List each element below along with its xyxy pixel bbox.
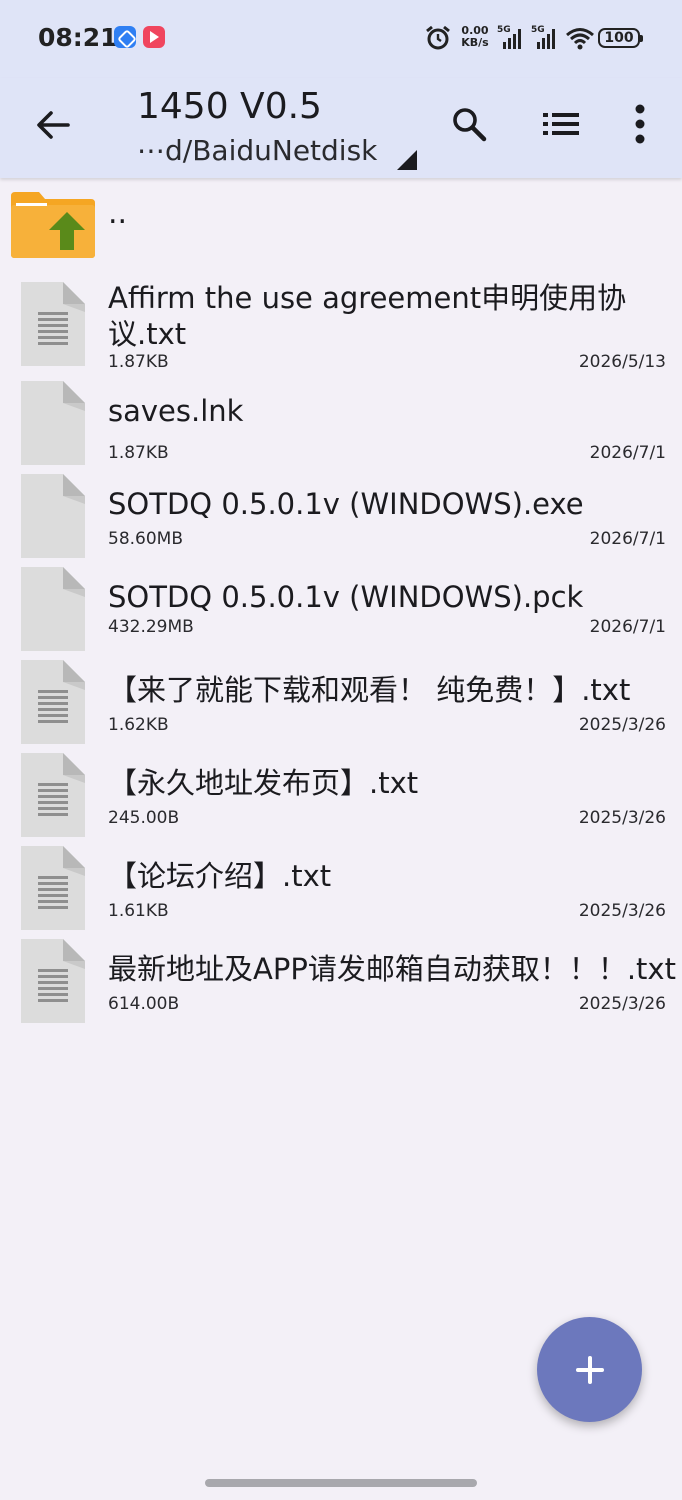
file-size: 1.61KB xyxy=(108,901,169,921)
file-size: 1.62KB xyxy=(108,715,169,735)
search-button[interactable] xyxy=(441,96,497,152)
file-name: saves.lnk xyxy=(108,394,244,428)
file-name: 最新地址及APP请发邮箱自动获取！！！.txt xyxy=(108,952,676,986)
path-dropdown-icon[interactable] xyxy=(397,150,417,170)
file-row[interactable]: SOTDQ 0.5.0.1v (WINDOWS).exe 58.60MB 2026/… xyxy=(0,474,682,562)
file-date: 2025/3/26 xyxy=(578,715,666,735)
file-icon xyxy=(21,567,85,651)
signal-strength-1: 5G xyxy=(497,25,525,51)
file-manager-screen: 08:21 0.00 KB/s 5G 5G 100 1450 V0.5 ⋯d/B… xyxy=(0,0,682,1500)
file-size: 432.29MB xyxy=(108,617,194,637)
file-date: 2025/3/26 xyxy=(578,901,666,921)
file-name: 【永久地址发布页】.txt xyxy=(108,766,419,800)
file-row[interactable]: saves.lnk 1.87KB 2026/7/1 xyxy=(0,381,682,469)
more-options-button[interactable] xyxy=(612,96,668,152)
folder-title: 1450 V0.5 xyxy=(137,86,322,127)
file-row[interactable]: 【来了就能下载和观看！ 纯免费！】.txt 1.62KB 2025/3/26 xyxy=(0,660,682,748)
more-vert-icon xyxy=(635,104,645,144)
list-view-button[interactable] xyxy=(533,96,589,152)
file-icon xyxy=(21,474,85,558)
back-button[interactable] xyxy=(25,97,81,153)
file-row[interactable]: 最新地址及APP请发邮箱自动获取！！！.txt 614.00B 2025/3/26 xyxy=(0,939,682,1027)
search-icon xyxy=(453,108,487,142)
list-view-icon xyxy=(543,113,579,135)
parent-directory-row[interactable]: .. xyxy=(0,180,682,270)
file-date: 2025/3/26 xyxy=(578,808,666,828)
folder-up-icon xyxy=(11,192,95,258)
app-notification-icon xyxy=(114,26,136,48)
file-row[interactable]: Affirm the use agreement申明使用协议.txt 1.87KB… xyxy=(0,280,682,376)
file-size: 614.00B xyxy=(108,994,180,1014)
file-name: 【来了就能下载和观看！ 纯免费！】.txt xyxy=(108,673,631,707)
file-row[interactable]: 【论坛介绍】.txt 1.61KB 2025/3/26 xyxy=(0,846,682,934)
file-size: 1.87KB xyxy=(108,352,169,372)
file-size: 1.87KB xyxy=(108,443,169,463)
text-file-icon xyxy=(21,282,85,366)
text-file-icon xyxy=(21,660,85,744)
wifi-icon xyxy=(566,28,594,50)
current-path[interactable]: ⋯d/BaiduNetdisk xyxy=(137,134,377,167)
text-file-icon xyxy=(21,939,85,1023)
file-row[interactable]: 【永久地址发布页】.txt 245.00B 2025/3/26 xyxy=(0,753,682,841)
signal-strength-2: 5G xyxy=(531,25,559,51)
file-size: 245.00B xyxy=(108,808,180,828)
app-toolbar: 1450 V0.5 ⋯d/BaiduNetdisk xyxy=(0,78,682,178)
file-name: SOTDQ 0.5.0.1v (WINDOWS).exe xyxy=(108,487,584,521)
file-name: Affirm the use agreement申明使用协议.txt xyxy=(108,281,627,351)
parent-directory-label: .. xyxy=(108,196,128,231)
home-indicator[interactable] xyxy=(205,1479,477,1487)
file-date: 2026/7/1 xyxy=(589,529,666,549)
file-row[interactable]: SOTDQ 0.5.0.1v (WINDOWS).pck 432.29MB 2026… xyxy=(0,567,682,655)
file-name: SOTDQ 0.5.0.1v (WINDOWS).pck xyxy=(108,580,584,614)
text-file-icon xyxy=(21,753,85,837)
plus-icon xyxy=(575,1355,604,1384)
file-date: 2025/3/26 xyxy=(578,994,666,1014)
battery-icon: 100 xyxy=(598,28,643,48)
file-date: 2026/5/13 xyxy=(578,352,666,372)
text-file-icon xyxy=(21,846,85,930)
file-name: 【论坛介绍】.txt xyxy=(108,859,332,893)
add-fab-button[interactable] xyxy=(537,1317,642,1422)
file-date: 2026/7/1 xyxy=(589,617,666,637)
alarm-icon xyxy=(426,25,450,50)
file-date: 2026/7/1 xyxy=(589,443,666,463)
file-icon xyxy=(21,381,85,465)
video-app-icon xyxy=(143,26,165,48)
status-bar: 08:21 0.00 KB/s 5G 5G 100 xyxy=(0,0,682,78)
network-speed: 0.00 KB/s xyxy=(461,24,489,49)
file-size: 58.60MB xyxy=(108,529,183,549)
back-arrow-icon xyxy=(37,111,70,139)
status-time: 08:21 xyxy=(38,23,118,52)
